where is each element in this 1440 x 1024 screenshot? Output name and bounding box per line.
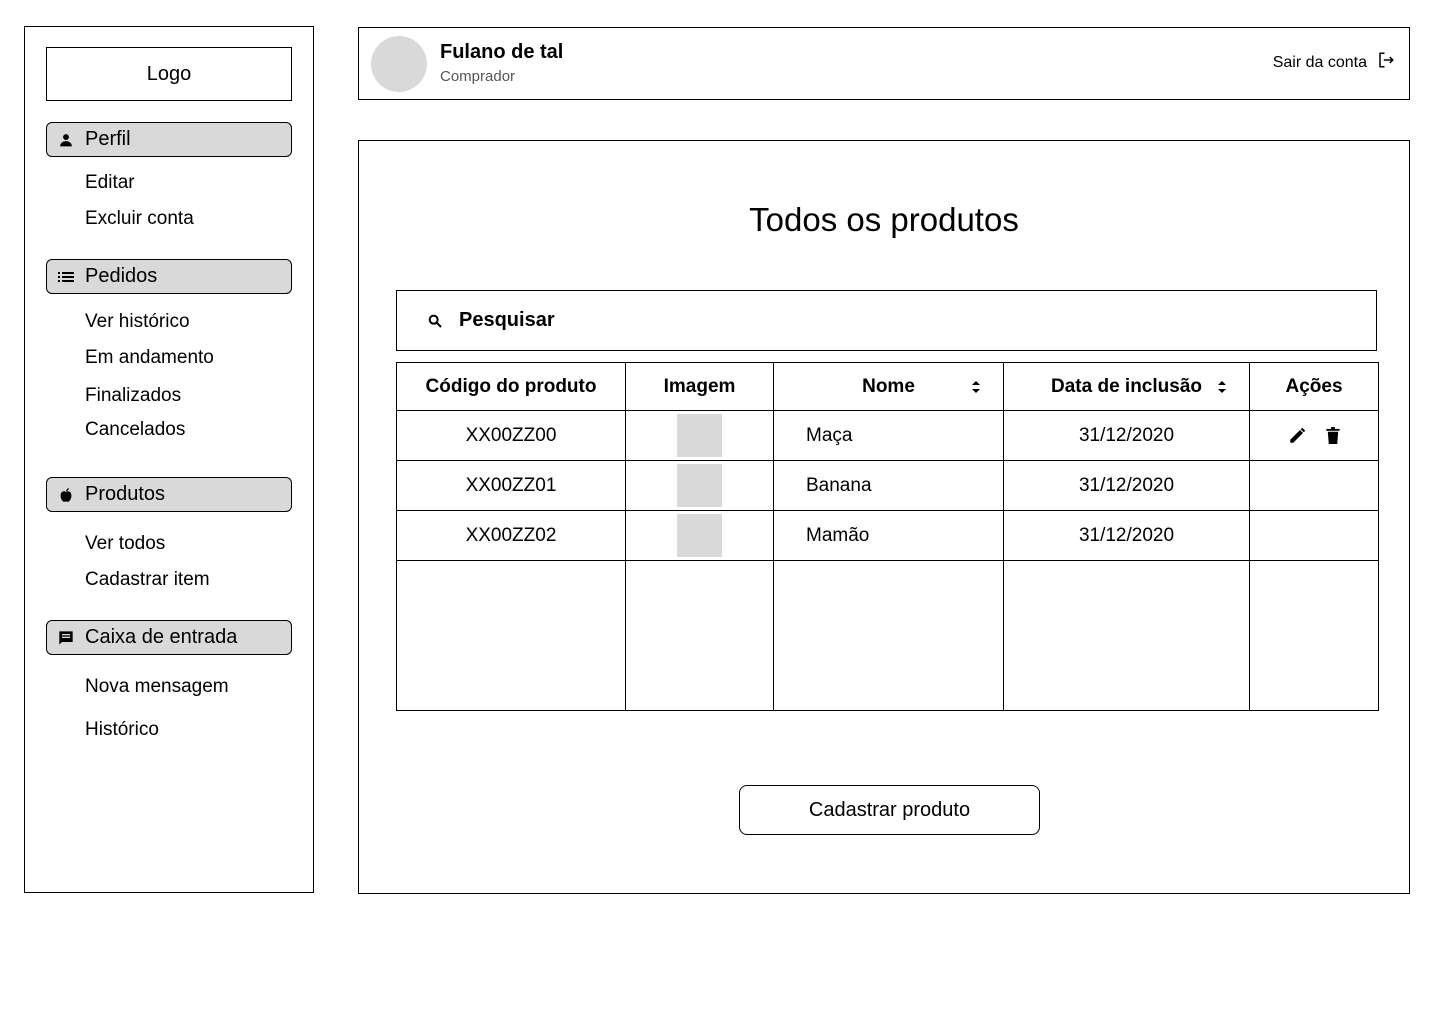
sort-icon[interactable] <box>971 380 981 394</box>
sidebar-item-cadastrar-item[interactable]: Cadastrar item <box>85 568 210 592</box>
page-title: Todos os produtos <box>749 201 1019 238</box>
table-row[interactable]: XX00ZZ01 Banana 31/12/2020 <box>396 460 1379 511</box>
table-row[interactable]: XX00ZZ00 Maça 31/12/2020 <box>396 410 1379 461</box>
search-input[interactable] <box>459 309 1259 332</box>
person-icon <box>58 132 74 148</box>
column-header-label: Nome <box>862 375 915 397</box>
product-date: 31/12/2020 <box>1003 510 1250 561</box>
trash-icon[interactable] <box>1326 427 1340 444</box>
empty-cell <box>1249 560 1379 711</box>
search-bar[interactable] <box>396 290 1377 351</box>
sidebar-item-nova-mensagem[interactable]: Nova mensagem <box>85 675 229 699</box>
column-header-imagem: Imagem <box>625 362 774 411</box>
product-image <box>677 514 722 557</box>
sidebar-section-produtos[interactable]: Produtos <box>46 477 292 512</box>
logout-label: Sair da conta <box>1272 53 1367 71</box>
column-header-codigo[interactable]: Código do produto <box>396 362 626 411</box>
sidebar-section-label: Perfil <box>85 128 131 150</box>
sidebar-item-ver-historico[interactable]: Ver histórico <box>85 310 190 334</box>
product-code: XX00ZZ01 <box>396 460 626 511</box>
user-name: Fulano de tal <box>440 41 564 63</box>
actions-cell <box>1249 410 1379 461</box>
sidebar-section-label: Pedidos <box>85 265 158 287</box>
table-row[interactable]: XX00ZZ02 Mamão 31/12/2020 <box>396 510 1379 561</box>
apple-icon <box>58 487 74 503</box>
actions-cell <box>1249 510 1379 561</box>
user-header: Fulano de tal Comprador Sair da conta <box>358 27 1410 100</box>
sort-icon[interactable] <box>1217 380 1227 394</box>
sidebar-item-historico[interactable]: Histórico <box>85 718 159 742</box>
column-header-label: Data de inclusão <box>1051 375 1202 397</box>
table-empty-row <box>396 560 1379 711</box>
product-image-cell <box>625 460 774 511</box>
empty-cell <box>396 560 626 711</box>
add-product-button[interactable]: Cadastrar produto <box>739 785 1040 835</box>
sidebar-section-label: Produtos <box>85 483 166 505</box>
sidebar-item-finalizados[interactable]: Finalizados <box>85 384 181 408</box>
product-image-cell <box>625 410 774 461</box>
avatar[interactable] <box>371 36 427 92</box>
sidebar-section-perfil[interactable]: Perfil <box>46 122 292 157</box>
sidebar-section-caixa-de-entrada[interactable]: Caixa de entrada <box>46 620 292 655</box>
products-panel: Todos os produtos Código do produto Imag… <box>358 140 1410 894</box>
empty-cell <box>1003 560 1250 711</box>
actions-cell <box>1249 460 1379 511</box>
sidebar: Logo Perfil Editar Excluir conta Pedidos… <box>24 26 314 893</box>
sidebar-item-ver-todos[interactable]: Ver todos <box>85 532 165 556</box>
sidebar-section-pedidos[interactable]: Pedidos <box>46 259 292 294</box>
column-header-data[interactable]: Data de inclusão <box>1003 362 1250 411</box>
user-role: Comprador <box>440 68 516 85</box>
sidebar-item-excluir-conta[interactable]: Excluir conta <box>85 207 194 231</box>
product-name: Maça <box>773 410 1004 461</box>
products-table: Código do produto Imagem Nome Data de in… <box>396 362 1379 711</box>
product-code: XX00ZZ02 <box>396 510 626 561</box>
empty-cell <box>625 560 774 711</box>
sidebar-item-em-andamento[interactable]: Em andamento <box>85 346 214 370</box>
logo[interactable]: Logo <box>46 47 292 101</box>
product-image-cell <box>625 510 774 561</box>
product-image <box>677 414 722 457</box>
product-name: Mamão <box>773 510 1004 561</box>
sidebar-item-cancelados[interactable]: Cancelados <box>85 418 185 442</box>
message-icon <box>58 630 74 646</box>
product-date: 31/12/2020 <box>1003 410 1250 461</box>
empty-cell <box>773 560 1004 711</box>
logout-button[interactable]: Sair da conta <box>1273 51 1395 74</box>
sidebar-item-editar[interactable]: Editar <box>85 171 135 195</box>
search-icon <box>427 312 445 330</box>
table-header-row: Código do produto Imagem Nome Data de in… <box>396 362 1379 411</box>
edit-icon[interactable] <box>1288 427 1306 445</box>
sidebar-section-label: Caixa de entrada <box>85 626 238 648</box>
logout-icon <box>1377 51 1395 74</box>
product-image <box>677 464 722 507</box>
column-header-nome[interactable]: Nome <box>773 362 1004 411</box>
product-date: 31/12/2020 <box>1003 460 1250 511</box>
product-code: XX00ZZ00 <box>396 410 626 461</box>
column-header-acoes: Ações <box>1249 362 1379 411</box>
product-name: Banana <box>773 460 1004 511</box>
list-icon <box>58 269 74 285</box>
